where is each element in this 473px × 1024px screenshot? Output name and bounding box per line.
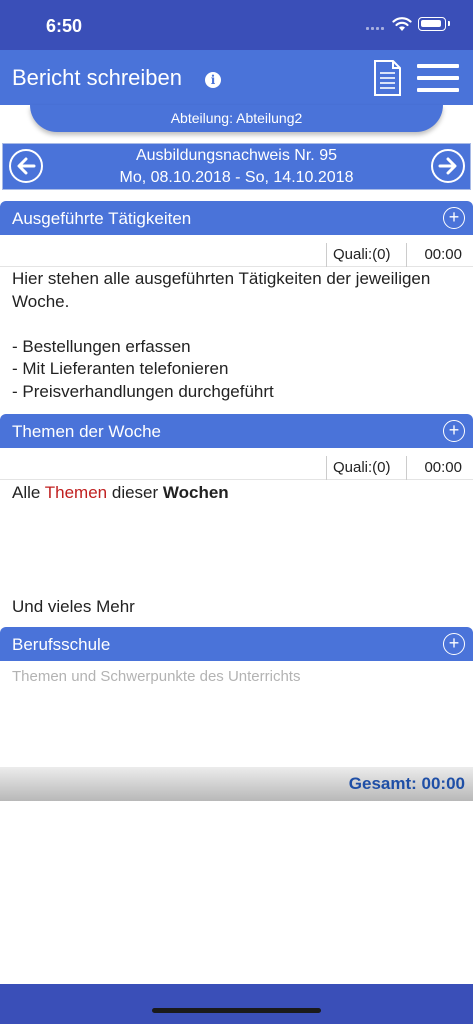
page-title: Bericht schreiben bbox=[12, 65, 182, 90]
topics-text-part: Alle bbox=[12, 483, 45, 502]
topics-text[interactable]: Alle Themen dieser Wochen bbox=[12, 482, 462, 505]
status-time: 6:50 bbox=[46, 16, 83, 36]
topics-text-bold: Wochen bbox=[162, 483, 229, 502]
status-bar: 6:50 bbox=[0, 0, 473, 50]
info-icon[interactable]: i bbox=[205, 72, 221, 88]
add-topic-button[interactable]: + bbox=[443, 420, 465, 442]
document-icon[interactable] bbox=[373, 59, 402, 97]
add-school-entry-button[interactable]: + bbox=[443, 633, 465, 655]
week-date-range: Mo, 08.10.2018 - So, 14.10.2018 bbox=[119, 169, 354, 186]
battery-tip bbox=[448, 21, 450, 26]
school-text-placeholder[interactable]: Themen und Schwerpunkte des Unterrichts bbox=[12, 668, 300, 685]
section-header-school[interactable]: Berufsschule + bbox=[0, 627, 473, 661]
topics-text-highlight: Themen bbox=[44, 483, 108, 502]
home-indicator[interactable] bbox=[152, 1008, 321, 1013]
app-header: Bericht schreiben i bbox=[0, 50, 473, 105]
section-title: Berufsschule bbox=[12, 635, 111, 654]
week-navigator: Ausbildungsnachweis Nr. 95 Mo, 08.10.201… bbox=[2, 143, 471, 190]
hamburger-menu-icon[interactable] bbox=[417, 64, 459, 92]
section-header-activities[interactable]: Ausgeführte Tätigkeiten + bbox=[0, 201, 473, 235]
department-tab[interactable]: Abteilung: Abteilung2 bbox=[30, 105, 443, 132]
wifi-icon bbox=[392, 17, 412, 31]
section-header-topics[interactable]: Themen der Woche + bbox=[0, 414, 473, 448]
cellular-signal-icon bbox=[366, 27, 384, 30]
quali-count[interactable]: Quali:(0) bbox=[326, 456, 406, 480]
quali-count[interactable]: Quali:(0) bbox=[326, 243, 406, 267]
next-week-button[interactable] bbox=[431, 149, 465, 183]
total-bar: Gesamt: 00:00 bbox=[0, 767, 473, 801]
report-number: Ausbildungsnachweis Nr. 95 bbox=[135, 147, 337, 164]
activities-text[interactable]: Hier stehen alle ausgeführten Tätigkeite… bbox=[12, 268, 462, 403]
activities-meta-row: Quali:(0) 00:00 bbox=[0, 243, 473, 267]
total-hours: Gesamt: 00:00 bbox=[348, 774, 465, 793]
topics-text-part: dieser bbox=[107, 483, 163, 502]
hours-value[interactable]: 00:00 bbox=[406, 243, 466, 267]
section-title: Themen der Woche bbox=[12, 422, 161, 441]
hours-value[interactable]: 00:00 bbox=[406, 456, 466, 480]
add-activity-button[interactable]: + bbox=[443, 207, 465, 229]
arrow-right-icon bbox=[438, 157, 457, 175]
topics-text-end[interactable]: Und vieles Mehr bbox=[12, 596, 462, 619]
home-bar bbox=[0, 984, 473, 1024]
section-title: Ausgeführte Tätigkeiten bbox=[12, 209, 192, 228]
topics-meta-row: Quali:(0) 00:00 bbox=[0, 456, 473, 480]
battery-icon bbox=[418, 17, 446, 31]
